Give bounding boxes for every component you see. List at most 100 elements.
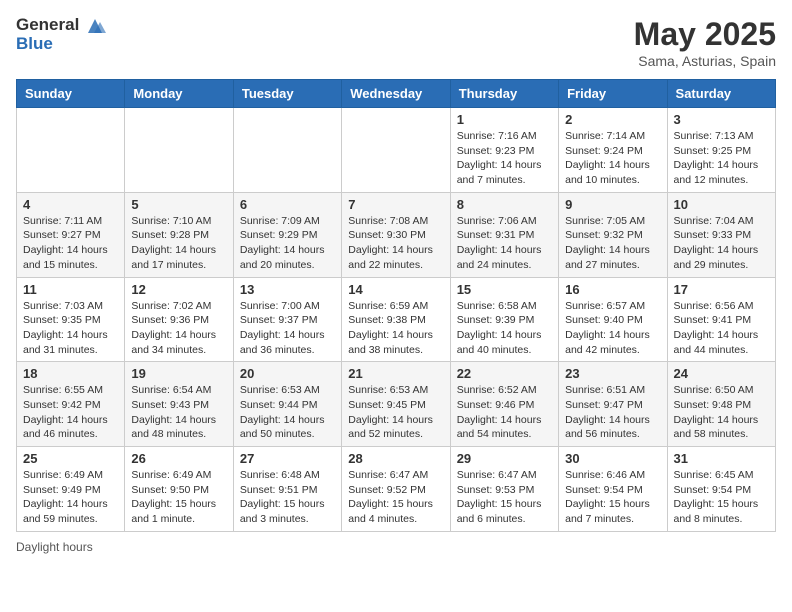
day-info: Sunrise: 7:13 AM Sunset: 9:25 PM Dayligh…	[674, 129, 769, 188]
calendar-cell: 22Sunrise: 6:52 AM Sunset: 9:46 PM Dayli…	[450, 362, 558, 447]
calendar-cell	[342, 108, 450, 193]
calendar-cell: 3 Sunrise: 7:13 AM Sunset: 9:25 PM Daylig…	[667, 108, 775, 193]
day-number: 24	[674, 366, 769, 381]
day-number: 25	[23, 451, 118, 466]
calendar-cell: 28 Sunrise: 6:47 AM Sunset: 9:52 PM Dayli…	[342, 447, 450, 532]
day-number: 17	[674, 282, 769, 297]
day-info: Sunrise: 7:02 AM Sunset: 9:36 PM Dayligh…	[131, 299, 226, 358]
day-info: Sunrise: 7:09 AM Sunset: 9:29 PM Dayligh…	[240, 214, 335, 273]
calendar-cell: 17Sunrise: 6:56 AM Sunset: 9:41 PM Dayli…	[667, 277, 775, 362]
page-header: General Blue May 2025 Sama, Asturias, Sp…	[16, 16, 776, 69]
day-info: Sunrise: 6:53 AM Sunset: 9:45 PM Dayligh…	[348, 383, 443, 442]
day-number: 19	[131, 366, 226, 381]
month-title: May 2025	[634, 16, 776, 53]
calendar-cell: 23 Sunrise: 6:51 AM Sunset: 9:47 PM Dayli…	[559, 362, 667, 447]
calendar-cell: 25 Sunrise: 6:49 AM Sunset: 9:49 PM Dayli…	[17, 447, 125, 532]
calendar-cell: 6Sunrise: 7:09 AM Sunset: 9:29 PM Daylig…	[233, 192, 341, 277]
day-number: 28	[348, 451, 443, 466]
day-number: 2	[565, 112, 660, 127]
calendar-cell: 27Sunrise: 6:48 AM Sunset: 9:51 PM Dayli…	[233, 447, 341, 532]
day-info: Sunrise: 7:16 AM Sunset: 9:23 PM Dayligh…	[457, 129, 552, 188]
day-number: 23	[565, 366, 660, 381]
day-number: 8	[457, 197, 552, 212]
day-number: 11	[23, 282, 118, 297]
calendar-week-row: 25 Sunrise: 6:49 AM Sunset: 9:49 PM Dayli…	[17, 447, 776, 532]
day-info: Sunrise: 6:55 AM Sunset: 9:42 PM Dayligh…	[23, 383, 118, 442]
calendar-day-header: Tuesday	[233, 80, 341, 108]
day-info: Sunrise: 6:54 AM Sunset: 9:43 PM Dayligh…	[131, 383, 226, 442]
day-info: Sunrise: 6:47 AM Sunset: 9:53 PM Dayligh…	[457, 468, 552, 527]
calendar-cell: 16Sunrise: 6:57 AM Sunset: 9:40 PM Dayli…	[559, 277, 667, 362]
calendar-cell: 18 Sunrise: 6:55 AM Sunset: 9:42 PM Dayli…	[17, 362, 125, 447]
day-info: Sunrise: 6:49 AM Sunset: 9:49 PM Dayligh…	[23, 468, 118, 527]
day-number: 27	[240, 451, 335, 466]
day-number: 18	[23, 366, 118, 381]
calendar-cell: 5 Sunrise: 7:10 AM Sunset: 9:28 PM Daylig…	[125, 192, 233, 277]
day-info: Sunrise: 7:06 AM Sunset: 9:31 PM Dayligh…	[457, 214, 552, 273]
day-info: Sunrise: 7:00 AM Sunset: 9:37 PM Dayligh…	[240, 299, 335, 358]
title-block: May 2025 Sama, Asturias, Spain	[634, 16, 776, 69]
day-number: 21	[348, 366, 443, 381]
calendar-cell: 9 Sunrise: 7:05 AM Sunset: 9:32 PM Daylig…	[559, 192, 667, 277]
calendar-day-header: Thursday	[450, 80, 558, 108]
day-number: 14	[348, 282, 443, 297]
day-number: 30	[565, 451, 660, 466]
calendar-cell: 30Sunrise: 6:46 AM Sunset: 9:54 PM Dayli…	[559, 447, 667, 532]
day-number: 31	[674, 451, 769, 466]
day-info: Sunrise: 6:53 AM Sunset: 9:44 PM Dayligh…	[240, 383, 335, 442]
day-info: Sunrise: 6:58 AM Sunset: 9:39 PM Dayligh…	[457, 299, 552, 358]
calendar-day-header: Friday	[559, 80, 667, 108]
calendar-cell: 15 Sunrise: 6:58 AM Sunset: 9:39 PM Dayli…	[450, 277, 558, 362]
logo-general: General	[16, 16, 106, 35]
calendar-cell: 7 Sunrise: 7:08 AM Sunset: 9:30 PM Daylig…	[342, 192, 450, 277]
day-info: Sunrise: 7:08 AM Sunset: 9:30 PM Dayligh…	[348, 214, 443, 273]
calendar-cell: 4Sunrise: 7:11 AM Sunset: 9:27 PM Daylig…	[17, 192, 125, 277]
day-info: Sunrise: 6:45 AM Sunset: 9:54 PM Dayligh…	[674, 468, 769, 527]
calendar-cell: 14Sunrise: 6:59 AM Sunset: 9:38 PM Dayli…	[342, 277, 450, 362]
logo: General Blue	[16, 16, 106, 53]
calendar-day-header: Wednesday	[342, 80, 450, 108]
calendar-cell: 8 Sunrise: 7:06 AM Sunset: 9:31 PM Daylig…	[450, 192, 558, 277]
calendar-day-header: Saturday	[667, 80, 775, 108]
day-info: Sunrise: 6:52 AM Sunset: 9:46 PM Dayligh…	[457, 383, 552, 442]
day-number: 26	[131, 451, 226, 466]
calendar-cell: 21 Sunrise: 6:53 AM Sunset: 9:45 PM Dayli…	[342, 362, 450, 447]
footer: Daylight hours	[16, 540, 776, 554]
calendar-cell: 24 Sunrise: 6:50 AM Sunset: 9:48 PM Dayli…	[667, 362, 775, 447]
day-info: Sunrise: 6:57 AM Sunset: 9:40 PM Dayligh…	[565, 299, 660, 358]
day-number: 12	[131, 282, 226, 297]
day-info: Sunrise: 7:10 AM Sunset: 9:28 PM Dayligh…	[131, 214, 226, 273]
day-info: Sunrise: 6:49 AM Sunset: 9:50 PM Dayligh…	[131, 468, 226, 527]
calendar-week-row: 1 Sunrise: 7:16 AM Sunset: 9:23 PM Daylig…	[17, 108, 776, 193]
calendar-cell	[125, 108, 233, 193]
calendar-cell	[233, 108, 341, 193]
calendar-cell: 2 Sunrise: 7:14 AM Sunset: 9:24 PM Daylig…	[559, 108, 667, 193]
calendar-table: SundayMondayTuesdayWednesdayThursdayFrid…	[16, 79, 776, 532]
day-info: Sunrise: 6:51 AM Sunset: 9:47 PM Dayligh…	[565, 383, 660, 442]
calendar-day-header: Sunday	[17, 80, 125, 108]
calendar-day-header: Monday	[125, 80, 233, 108]
day-number: 1	[457, 112, 552, 127]
calendar-cell: 31 Sunrise: 6:45 AM Sunset: 9:54 PM Dayli…	[667, 447, 775, 532]
day-number: 4	[23, 197, 118, 212]
day-number: 29	[457, 451, 552, 466]
calendar-header-row: SundayMondayTuesdayWednesdayThursdayFrid…	[17, 80, 776, 108]
location-title: Sama, Asturias, Spain	[634, 53, 776, 69]
calendar-cell	[17, 108, 125, 193]
calendar-cell: 20 Sunrise: 6:53 AM Sunset: 9:44 PM Dayli…	[233, 362, 341, 447]
day-number: 20	[240, 366, 335, 381]
calendar-week-row: 11Sunrise: 7:03 AM Sunset: 9:35 PM Dayli…	[17, 277, 776, 362]
daylight-hours-label: Daylight hours	[16, 540, 93, 554]
day-info: Sunrise: 6:47 AM Sunset: 9:52 PM Dayligh…	[348, 468, 443, 527]
day-number: 9	[565, 197, 660, 212]
day-info: Sunrise: 6:50 AM Sunset: 9:48 PM Dayligh…	[674, 383, 769, 442]
day-number: 15	[457, 282, 552, 297]
calendar-cell: 12 Sunrise: 7:02 AM Sunset: 9:36 PM Dayli…	[125, 277, 233, 362]
day-info: Sunrise: 7:14 AM Sunset: 9:24 PM Dayligh…	[565, 129, 660, 188]
day-info: Sunrise: 7:05 AM Sunset: 9:32 PM Dayligh…	[565, 214, 660, 273]
day-number: 3	[674, 112, 769, 127]
day-number: 5	[131, 197, 226, 212]
day-number: 7	[348, 197, 443, 212]
calendar-cell: 19 Sunrise: 6:54 AM Sunset: 9:43 PM Dayli…	[125, 362, 233, 447]
day-number: 13	[240, 282, 335, 297]
